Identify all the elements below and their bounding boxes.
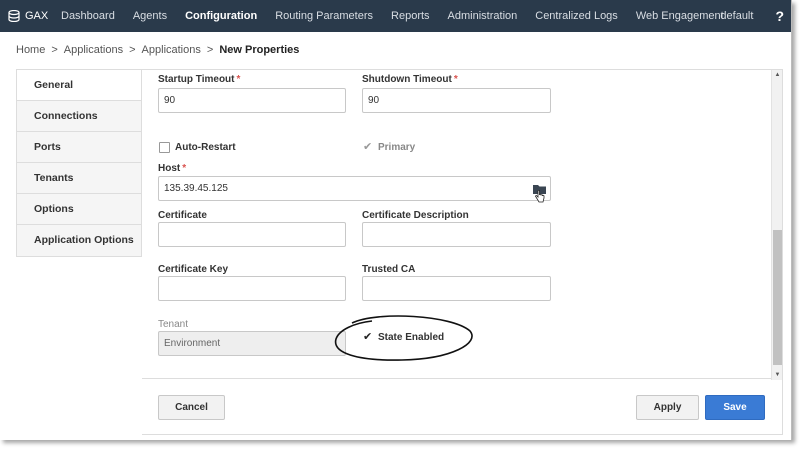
brand[interactable]: GAX (0, 10, 52, 22)
sidebar-item-tenants[interactable]: Tenants (17, 163, 141, 194)
auto-restart-checkbox[interactable] (159, 142, 170, 153)
breadcrumb-applications[interactable]: Applications (64, 44, 123, 56)
help-icon[interactable]: ? (775, 8, 784, 24)
breadcrumb-separator: > (206, 44, 214, 56)
startup-timeout-label: Startup Timeout * (158, 74, 240, 85)
top-navigation: GAX Dashboard Agents Configuration Routi… (0, 0, 791, 32)
primary-label: Primary (378, 142, 416, 153)
highlight-ellipse (334, 315, 473, 361)
shutdown-timeout-label-text: Shutdown Timeout (362, 74, 452, 85)
breadcrumb-current: New Properties (219, 44, 300, 56)
breadcrumb-separator: > (51, 44, 58, 56)
shutdown-timeout-label: Shutdown Timeout * (362, 74, 458, 85)
certificate-key-label: Certificate Key (158, 264, 229, 275)
nav-centralized-logs[interactable]: Centralized Logs (526, 0, 627, 32)
apply-button[interactable]: Apply (636, 395, 699, 420)
certificate-label: Certificate (158, 210, 207, 221)
tenant-input: Environment (158, 331, 346, 356)
nav-dashboard[interactable]: Dashboard (52, 0, 124, 32)
nav-administration[interactable]: Administration (439, 0, 527, 32)
nav-reports[interactable]: Reports (382, 0, 439, 32)
brand-label: GAX (25, 10, 49, 22)
hand-cursor-icon (535, 190, 545, 203)
form-footer: Cancel Apply Save (142, 379, 783, 435)
required-mark: * (182, 163, 187, 174)
certificate-input[interactable] (158, 222, 346, 247)
app-window: GAX Dashboard Agents Configuration Routi… (0, 0, 792, 440)
breadcrumb-separator: > (129, 44, 136, 56)
trusted-ca-input[interactable] (362, 276, 551, 301)
content-scrollbar[interactable]: ▲ ▼ (771, 70, 782, 380)
host-label: Host * (158, 163, 186, 174)
sidebar-item-general[interactable]: General (17, 70, 141, 101)
nav-right: default ? (720, 0, 791, 32)
certificate-description-label: Certificate Description (362, 210, 469, 221)
nav-configuration[interactable]: Configuration (176, 0, 266, 32)
save-button[interactable]: Save (705, 395, 765, 420)
user-menu[interactable]: default (720, 10, 753, 22)
breadcrumb-applications-folder[interactable]: Applications (142, 44, 201, 56)
database-icon (8, 10, 20, 22)
shutdown-timeout-input[interactable]: 90 (362, 88, 551, 113)
nav-routing-parameters[interactable]: Routing Parameters (266, 0, 382, 32)
sidebar-item-options[interactable]: Options (17, 194, 141, 225)
nav-web-engagement[interactable]: Web Engagement (627, 0, 733, 32)
startup-timeout-label-text: Startup Timeout (158, 74, 235, 85)
certificate-description-input[interactable] (362, 222, 551, 247)
scroll-thumb[interactable] (773, 230, 782, 365)
sidebar-item-application-options[interactable]: Application Options (17, 225, 141, 256)
required-mark: * (453, 74, 458, 85)
sidebar-item-ports[interactable]: Ports (17, 132, 141, 163)
host-input[interactable]: 135.39.45.125 (158, 176, 551, 201)
scroll-up-arrow-icon[interactable]: ▲ (772, 70, 783, 80)
primary-checkbox: ✔ (363, 141, 373, 153)
trusted-ca-label: Trusted CA (362, 264, 416, 275)
nav-agents[interactable]: Agents (124, 0, 176, 32)
breadcrumb-home[interactable]: Home (16, 44, 45, 56)
host-label-text: Host (158, 163, 181, 174)
auto-restart-label: Auto-Restart (175, 142, 236, 153)
startup-timeout-input[interactable]: 90 (158, 88, 346, 113)
cancel-button[interactable]: Cancel (158, 395, 225, 420)
breadcrumb: Home > Applications > Applications > New Prope… (16, 44, 299, 56)
sidebar-item-connections[interactable]: Connections (17, 101, 141, 132)
required-mark: * (236, 74, 241, 85)
sidebar: General Connections Ports Tenants Option… (16, 69, 142, 257)
certificate-key-input[interactable] (158, 276, 346, 301)
tenant-label: Tenant (158, 319, 189, 330)
